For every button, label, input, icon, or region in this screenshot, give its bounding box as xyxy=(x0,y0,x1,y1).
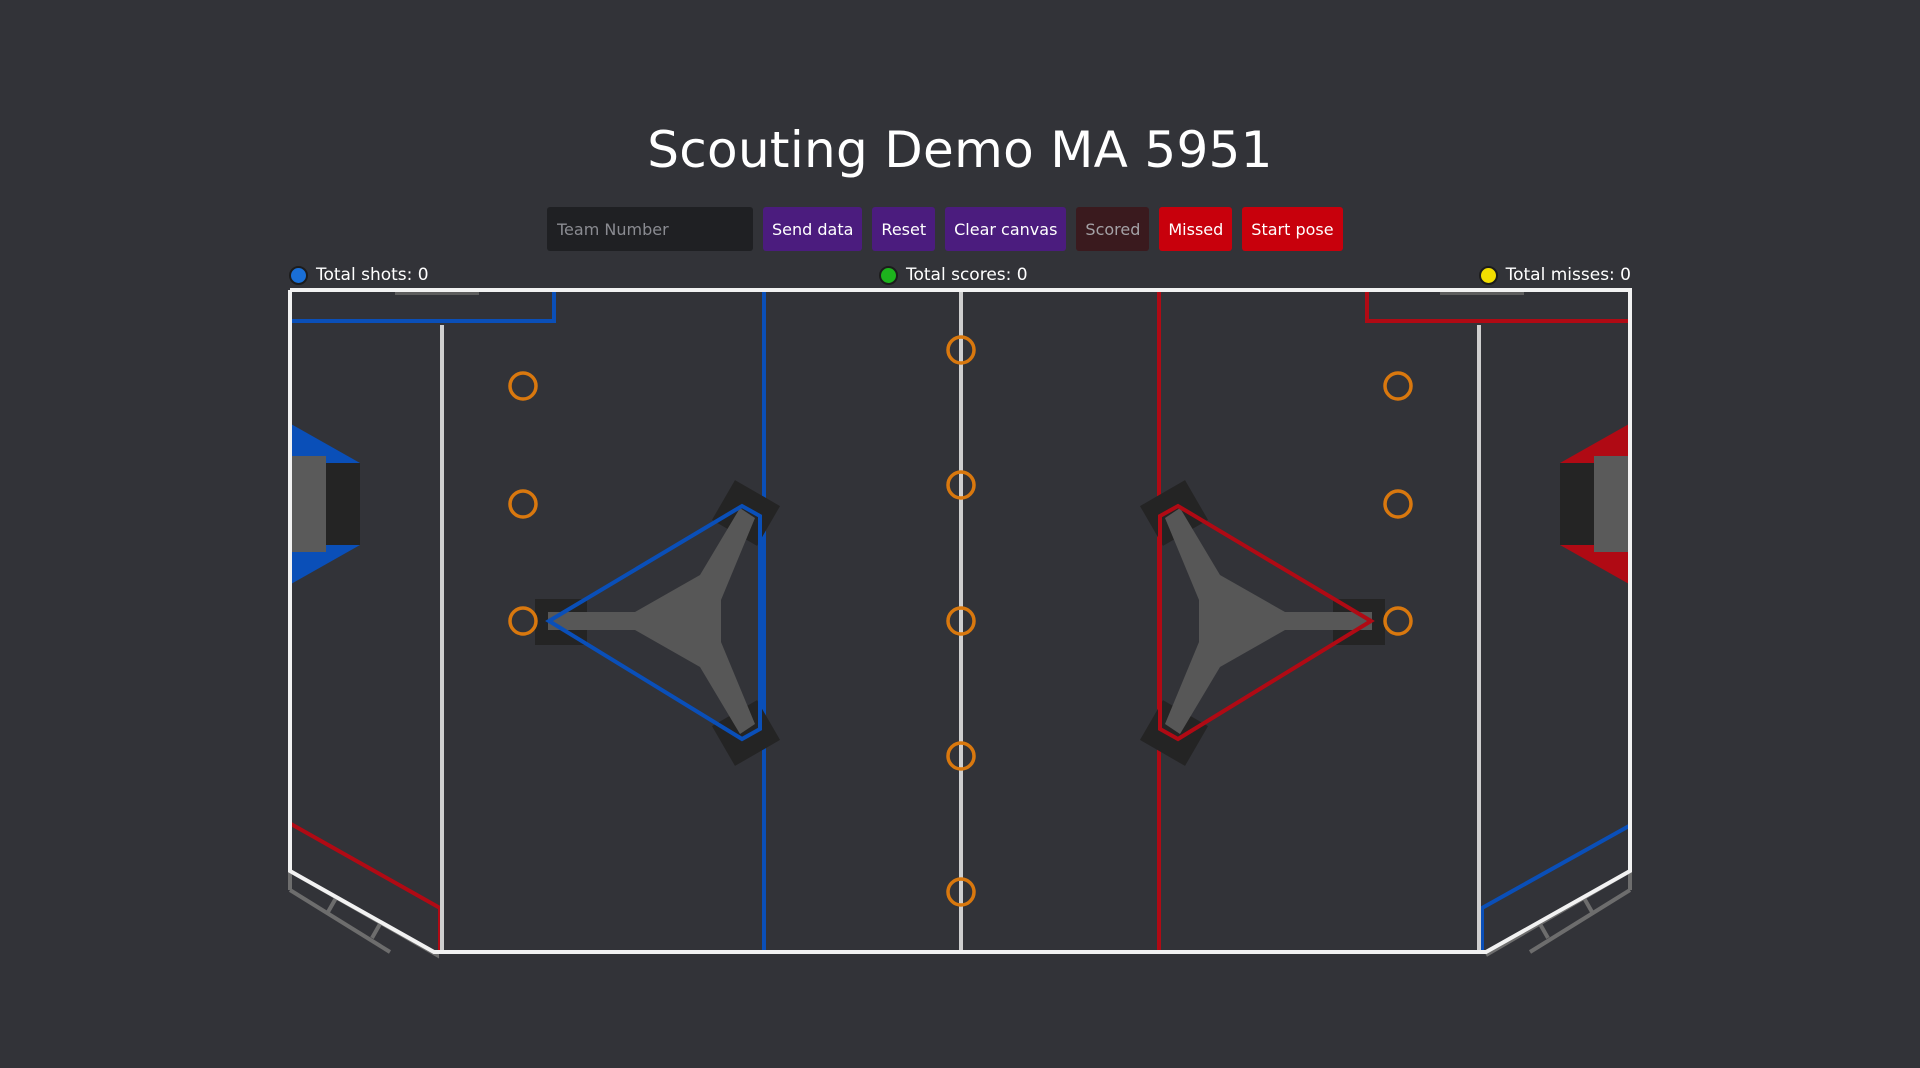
app-root: Scouting Demo MA 5951 Send data Reset Cl… xyxy=(0,0,1920,1068)
red-speaker xyxy=(1560,424,1629,584)
blue-stage xyxy=(535,480,781,766)
red-stage xyxy=(1139,480,1385,766)
note-ring-icon[interactable] xyxy=(1383,489,1413,519)
red-corner-line xyxy=(290,822,442,952)
blue-corner-line xyxy=(1480,824,1630,952)
note-ring-icon[interactable] xyxy=(508,489,538,519)
note-ring-icon[interactable] xyxy=(1383,371,1413,401)
field-canvas[interactable] xyxy=(0,0,1920,1068)
note-ring-icon[interactable] xyxy=(508,371,538,401)
blue-speaker xyxy=(291,424,360,584)
note-ring-icon[interactable] xyxy=(1383,606,1413,636)
note-ring-icon[interactable] xyxy=(508,606,538,636)
